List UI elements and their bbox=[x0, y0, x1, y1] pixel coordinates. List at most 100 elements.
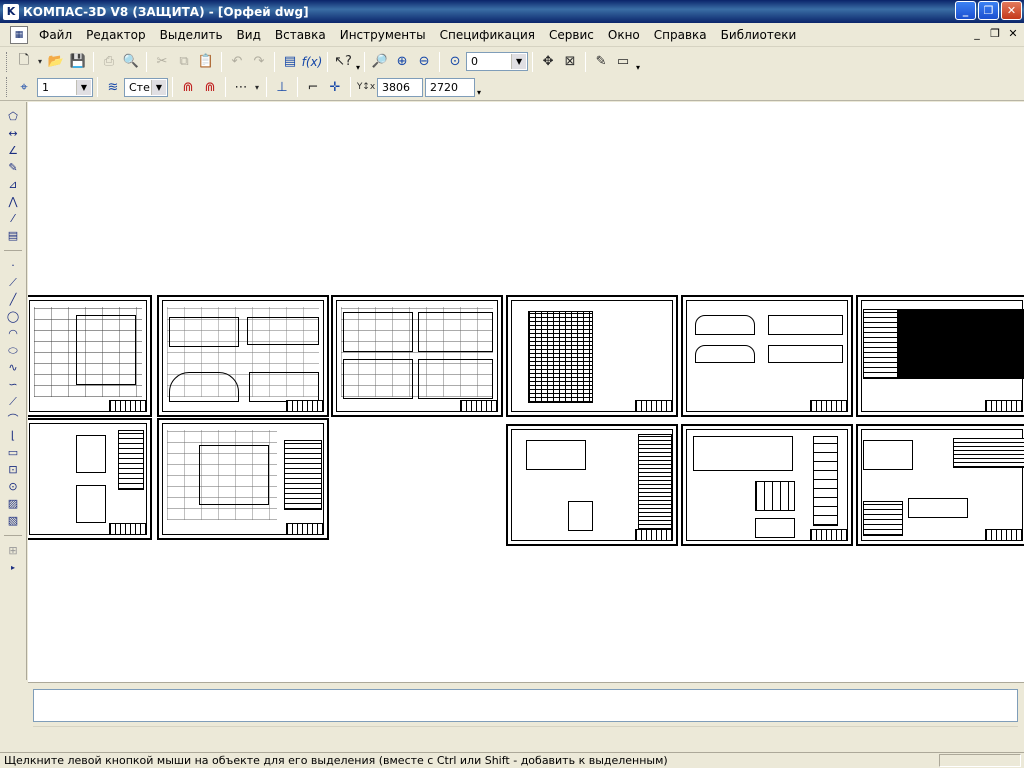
refresh-redraw-icon[interactable]: ✎ bbox=[590, 51, 612, 73]
local-cs-icon[interactable]: ⊥ bbox=[271, 76, 293, 98]
fillet-icon[interactable]: ⌒ bbox=[2, 410, 24, 427]
polyline-icon[interactable]: ⟋ bbox=[2, 393, 24, 410]
menu-help[interactable]: Справка bbox=[647, 28, 714, 42]
drawing-sheet[interactable] bbox=[506, 424, 678, 546]
edit-icon[interactable]: ✎ bbox=[2, 159, 24, 176]
menu-specification[interactable]: Спецификация bbox=[433, 28, 542, 42]
geometry-icon[interactable]: ⬠ bbox=[2, 108, 24, 125]
expand-toolbar-icon[interactable]: ▸ bbox=[2, 559, 24, 576]
point-icon[interactable]: · bbox=[2, 257, 24, 274]
chevron-down-icon[interactable]: ▼ bbox=[151, 79, 166, 95]
new-dropdown-icon[interactable]: ▾ bbox=[35, 51, 45, 73]
zoom-out-icon[interactable]: ⊖ bbox=[413, 51, 435, 73]
spline-icon[interactable]: ∿ bbox=[2, 359, 24, 376]
coord-x-field[interactable]: 3806 bbox=[377, 77, 423, 97]
drawing-sheet[interactable] bbox=[681, 295, 853, 417]
hatch-icon[interactable]: ▨ bbox=[2, 495, 24, 512]
drawing-sheet[interactable] bbox=[856, 295, 1024, 417]
menu-tools[interactable]: Инструменты bbox=[333, 28, 433, 42]
disabled-tool-icon[interactable]: ⊞ bbox=[2, 542, 24, 559]
toolbar-grip[interactable] bbox=[6, 77, 9, 97]
drawing-sheet[interactable] bbox=[28, 418, 152, 540]
contour-icon[interactable]: ⊡ bbox=[2, 461, 24, 478]
menu-select[interactable]: Выделить bbox=[153, 28, 230, 42]
measure-icon[interactable]: ⋀ bbox=[2, 193, 24, 210]
coord-y-field[interactable]: 2720 bbox=[425, 77, 475, 97]
toolbar-grip[interactable] bbox=[6, 51, 9, 72]
toolbar-overflow-icon-3[interactable]: ▾ bbox=[477, 88, 481, 97]
magnet-local-snap-icon[interactable]: ⋒ bbox=[199, 76, 221, 98]
snap-icon[interactable]: ⌖ bbox=[13, 76, 35, 98]
doc-restore-button[interactable]: ❐ bbox=[988, 27, 1002, 40]
drawing-area[interactable] bbox=[28, 102, 1024, 682]
chamfer-icon[interactable]: ⌊ bbox=[2, 427, 24, 444]
fill-icon[interactable]: ▧ bbox=[2, 512, 24, 529]
print-preview-icon[interactable]: 🔍 bbox=[120, 51, 142, 73]
parametrization-icon[interactable]: ⊿ bbox=[2, 176, 24, 193]
minimize-button[interactable]: _ bbox=[955, 1, 976, 20]
drawing-sheet[interactable] bbox=[28, 295, 152, 417]
drawing-sheet[interactable] bbox=[506, 295, 678, 417]
aux-line-icon[interactable]: ⟋ bbox=[2, 274, 24, 291]
display-icon[interactable]: ▭ bbox=[612, 51, 634, 73]
zoom-combo[interactable]: 0 ▼ bbox=[466, 52, 529, 71]
drawing-sheet[interactable] bbox=[681, 424, 853, 546]
menu-window[interactable]: Окно bbox=[601, 28, 647, 42]
fit-all-icon[interactable]: ⊠ bbox=[559, 51, 581, 73]
ortho-icon[interactable]: ⌐ bbox=[302, 76, 324, 98]
menu-view[interactable]: Вид bbox=[230, 28, 268, 42]
chevron-down-icon[interactable]: ▼ bbox=[511, 54, 527, 69]
pan-icon[interactable]: ✥ bbox=[537, 51, 559, 73]
style-combo[interactable]: Сте ▼ bbox=[124, 77, 168, 97]
maximize-button[interactable]: ❐ bbox=[978, 1, 999, 20]
chevron-down-icon[interactable]: ▼ bbox=[76, 79, 91, 95]
spec-icon[interactable]: ▤ bbox=[2, 227, 24, 244]
menu-service[interactable]: Сервис bbox=[542, 28, 601, 42]
help-pointer-icon[interactable]: ↖? bbox=[332, 51, 354, 73]
toolbar-overflow-icon-2[interactable]: ▾ bbox=[636, 63, 640, 72]
dimensions-icon[interactable]: ↔ bbox=[2, 125, 24, 142]
menu-editor[interactable]: Редактор bbox=[79, 28, 152, 42]
toolbar-overflow-icon[interactable]: ▾ bbox=[356, 63, 360, 72]
paste-icon[interactable]: 📋 bbox=[195, 51, 217, 73]
variables-icon[interactable]: f(x) bbox=[301, 51, 323, 73]
redo-icon[interactable]: ↷ bbox=[248, 51, 270, 73]
doc-close-button[interactable]: ✕ bbox=[1006, 27, 1020, 40]
new-document-icon[interactable]: 🗋 bbox=[13, 51, 35, 73]
menu-insert[interactable]: Вставка bbox=[268, 28, 333, 42]
designations-icon[interactable]: ∠ bbox=[2, 142, 24, 159]
title-bar[interactable]: K КОМПАС-3D V8 (ЗАЩИТА) - [Орфей dwg] _ … bbox=[0, 0, 1024, 23]
cursor-snap-icon[interactable]: ✛ bbox=[324, 76, 346, 98]
grid-icon[interactable]: ⋯ bbox=[230, 76, 252, 98]
ellipse-icon[interactable]: ⬭ bbox=[2, 342, 24, 359]
arc-icon[interactable]: ◠ bbox=[2, 325, 24, 342]
drawing-sheet[interactable] bbox=[157, 295, 329, 417]
doc-minimize-button[interactable]: _ bbox=[970, 27, 984, 40]
undo-icon[interactable]: ↶ bbox=[226, 51, 248, 73]
magnet-snap-icon[interactable]: ⋒ bbox=[177, 76, 199, 98]
print-icon[interactable]: ⎙ bbox=[98, 51, 120, 73]
zoom-window-icon[interactable]: 🔎 bbox=[369, 51, 391, 73]
command-input-field[interactable] bbox=[33, 689, 1018, 722]
layer-combo[interactable]: 1 ▼ bbox=[37, 77, 93, 97]
rectangle-icon[interactable]: ▭ bbox=[2, 444, 24, 461]
manager-icon[interactable]: ▤ bbox=[279, 51, 301, 73]
drawing-sheet[interactable] bbox=[331, 295, 503, 417]
open-icon[interactable]: 📂 bbox=[45, 51, 67, 73]
segment-icon[interactable]: ╱ bbox=[2, 291, 24, 308]
zoom-scale-icon[interactable]: ⊙ bbox=[444, 51, 466, 73]
menu-libraries[interactable]: Библиотеки bbox=[714, 28, 804, 42]
layers-icon[interactable]: ≋ bbox=[102, 76, 124, 98]
save-icon[interactable]: 💾 bbox=[67, 51, 89, 73]
drawing-sheet[interactable] bbox=[157, 418, 329, 540]
copy-icon[interactable]: ⧉ bbox=[173, 51, 195, 73]
select-icon[interactable]: ⁄ bbox=[2, 210, 24, 227]
circle-icon[interactable]: ◯ bbox=[2, 308, 24, 325]
document-icon[interactable]: ▦ bbox=[10, 25, 28, 44]
drawing-sheet[interactable] bbox=[856, 424, 1024, 546]
grid-dropdown-icon[interactable]: ▾ bbox=[252, 76, 262, 98]
close-button[interactable]: ✕ bbox=[1001, 1, 1022, 20]
equidistant-icon[interactable]: ⊙ bbox=[2, 478, 24, 495]
cut-icon[interactable]: ✂ bbox=[151, 51, 173, 73]
zoom-in-icon[interactable]: ⊕ bbox=[391, 51, 413, 73]
